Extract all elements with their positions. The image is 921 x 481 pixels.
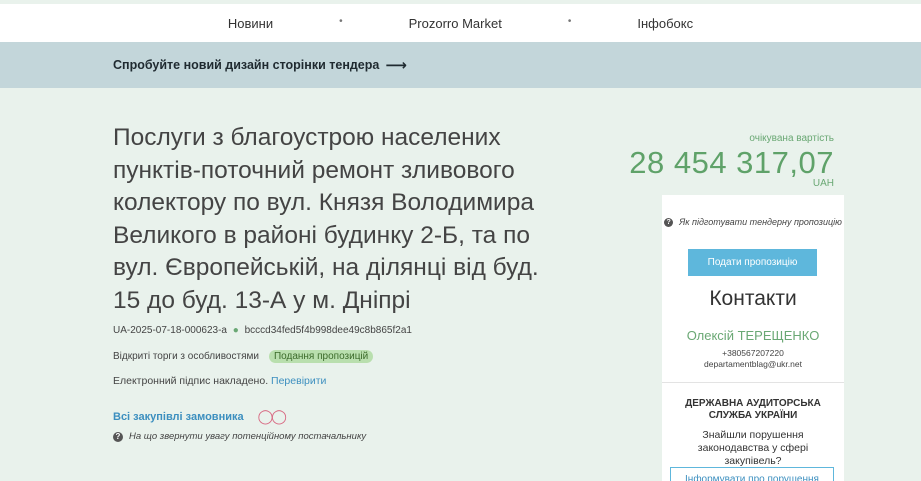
submit-bid-button[interactable]: Подати пропозицію <box>688 249 817 276</box>
audit-question: Знайшли порушення законодавства у сфері … <box>697 429 809 467</box>
tender-hash: bcccd34fed5f4b998dee49c8b865f2a1 <box>244 325 412 336</box>
supplier-hint-row[interactable]: ? На що звернути увагу потенційному пост… <box>113 431 366 442</box>
nav-separator: • <box>339 15 343 27</box>
question-icon: ? <box>113 431 123 442</box>
separator-dot-icon: ● <box>232 325 239 336</box>
side-panel: ? Як підготувати тендерну пропозицію Пода… <box>662 195 844 481</box>
buyer-tenders-row: Всі закупівлі замовника ◯◯ <box>113 408 287 425</box>
report-violation-button[interactable]: Інформувати про порушення <box>670 467 834 481</box>
audit-service-title: ДЕРЖАВНА АУДИТОРСЬКА СЛУЖБА УКРАЇНИ <box>685 398 821 421</box>
supplier-hint-text[interactable]: На що звернути увагу потенційному постач… <box>129 431 366 442</box>
contact-email: departamentblag@ukr.net <box>704 359 802 369</box>
new-design-banner[interactable]: Спробуйте новий дизайн сторінки тендера … <box>0 42 921 88</box>
divider <box>662 382 844 383</box>
expected-value-amount: 28 454 317,07 <box>629 145 834 180</box>
nav-separator: • <box>567 15 572 27</box>
howto-link[interactable]: ? Як підготувати тендерну пропозицію <box>662 215 844 229</box>
nav-item-prozorro-market[interactable]: Prozorro Market <box>399 16 512 31</box>
tender-identifiers: UA-2025-07-18-000623-a ● bcccd34fed5f4b9… <box>113 325 412 336</box>
contact-name: Олексій ТЕРЕЩЕНКО <box>686 328 820 343</box>
all-buyer-tenders-link[interactable]: Всі закупівлі замовника <box>113 411 244 423</box>
signature-text: Електронний підпис накладено. <box>113 375 269 387</box>
verify-signature-link[interactable]: Перевірити <box>271 375 326 387</box>
expected-value-label: очікувана вартість <box>749 133 834 144</box>
currency-label: UAH <box>812 178 834 189</box>
nav-item-news[interactable]: Новини <box>218 16 283 31</box>
tender-title: Послуги з благоустрою населених пунктів-… <box>113 124 539 314</box>
glasses-icon[interactable]: ◯◯ <box>258 408 287 425</box>
banner-text[interactable]: Спробуйте новий дизайн сторінки тендера <box>113 58 379 72</box>
procedure-row: Відкриті торги з особливостями Подання п… <box>113 350 374 363</box>
nav-item-infobox[interactable]: Інфобокс <box>627 16 703 31</box>
howto-text[interactable]: Як підготувати тендерну пропозицію <box>679 217 842 227</box>
procedure-type: Відкриті торги з особливостями <box>113 351 259 362</box>
contacts-heading: Контакти <box>709 287 797 310</box>
tender-id: UA-2025-07-18-000623-a <box>113 325 227 336</box>
arrow-right-icon: ⟶ <box>385 57 407 74</box>
signature-row: Електронний підпис накладено. Перевірити <box>113 375 326 387</box>
status-badge: Подання пропозицій <box>268 350 374 363</box>
contact-phone: +380567207220 <box>722 348 784 358</box>
question-icon: ? <box>664 218 674 228</box>
top-navigation: Новини • Prozorro Market • Інфобокс <box>0 0 921 42</box>
